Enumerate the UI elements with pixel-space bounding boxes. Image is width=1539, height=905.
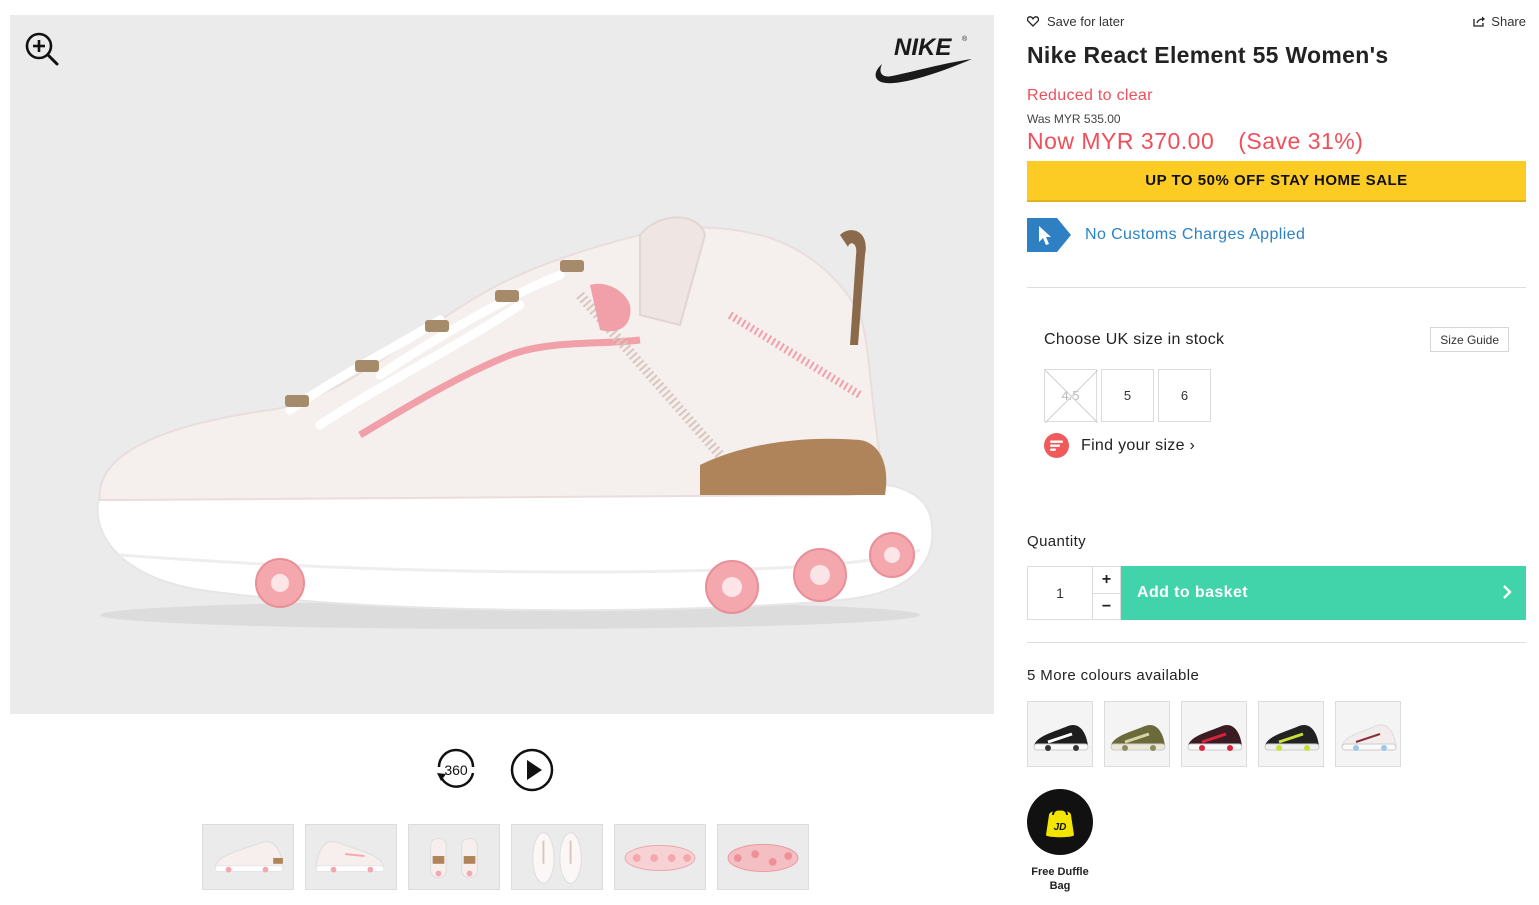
spin-360-label: 360 (444, 762, 468, 778)
divider (1027, 287, 1526, 288)
customs-arrow-icon (1027, 218, 1071, 252)
product-main-image[interactable]: NIKE ® (10, 15, 994, 714)
more-colours-title: 5 More colours available (1027, 667, 1200, 684)
add-to-basket-button[interactable]: Add to basket (1121, 566, 1526, 620)
play-video-icon[interactable] (509, 747, 555, 793)
jd-badge-text: JD (1054, 822, 1067, 833)
size-option-out-of-stock: 4.5 (1044, 369, 1098, 423)
thumbnail-side[interactable] (202, 824, 294, 890)
brand-name: NIKE (894, 34, 952, 61)
quantity-decrease-button[interactable]: − (1093, 593, 1120, 619)
zoom-in-icon[interactable] (24, 31, 60, 67)
free-duffle-bag-label: Free Duffle Bag (1031, 866, 1089, 892)
promo-banner[interactable]: UP TO 50% OFF STAY HOME SALE (1027, 161, 1526, 202)
customs-text: No Customs Charges Applied (1085, 226, 1306, 243)
thumbnail-sole[interactable] (614, 824, 706, 890)
size-label: 6 (1180, 388, 1189, 403)
size-option[interactable]: 6 (1158, 369, 1211, 422)
thumbnail-heels[interactable] (408, 824, 500, 890)
brand-trademark: ® (962, 35, 968, 43)
save-for-later-button[interactable]: Save for later (1027, 14, 1124, 29)
colour-swatches (1027, 701, 1401, 767)
product-title: Nike React Element 55 Women's (1027, 42, 1389, 68)
customs-info[interactable]: No Customs Charges Applied (1027, 218, 1305, 252)
nike-logo-icon: NIKE ® (875, 34, 972, 84)
rotate-360-icon[interactable]: 360 (433, 747, 479, 793)
divider (1027, 642, 1526, 643)
product-actions-bar: Save for later Share (1027, 14, 1526, 32)
thumbnail-side-alt[interactable] (305, 824, 397, 890)
add-to-basket-label: Add to basket (1137, 584, 1248, 601)
save-percentage: (Save 31%) (1238, 128, 1364, 154)
was-price: Was MYR 535.00 (1027, 112, 1121, 126)
quantity-input[interactable]: 1 (1027, 566, 1093, 620)
size-guide-button[interactable]: Size Guide (1430, 327, 1509, 352)
thumbnail-top[interactable] (511, 824, 603, 890)
reduced-to-clear-label: Reduced to clear (1027, 87, 1153, 104)
find-your-size-label: Find your size › (1081, 436, 1196, 454)
colour-swatch-black-white[interactable] (1027, 701, 1093, 767)
colour-swatch-black-red[interactable] (1181, 701, 1247, 767)
free-gift-badge[interactable]: JD Free Duffle Bag (1027, 789, 1093, 893)
quantity-increase-button[interactable]: + (1093, 567, 1120, 593)
quantity-stepper: + − (1092, 566, 1121, 620)
colour-swatch-white-pink[interactable] (1335, 701, 1401, 767)
share-label: Share (1491, 14, 1526, 29)
heart-icon (1027, 16, 1039, 27)
share-button[interactable]: Share (1473, 14, 1526, 29)
size-option[interactable]: 5 (1101, 369, 1154, 422)
chevron-right-icon (1503, 585, 1512, 599)
unavailable-cross-icon (1045, 370, 1098, 423)
now-price-row: Now MYR 370.00 (Save 31%) (1027, 128, 1363, 155)
product-details-panel: Save for later Share Nike React Element … (1027, 0, 1526, 905)
size-label: 5 (1123, 388, 1132, 403)
duffle-bag-icon: JD (1027, 789, 1093, 855)
quantity-label: Quantity (1027, 533, 1087, 550)
shoe-image (96, 216, 934, 629)
size-selector-title: Choose UK size in stock (1044, 331, 1225, 348)
fit-finder-icon (1044, 433, 1069, 458)
colour-swatch-olive-khaki[interactable] (1104, 701, 1170, 767)
colour-swatch-black-volt[interactable] (1258, 701, 1324, 767)
thumbnail-sole-alt[interactable] (717, 824, 809, 890)
media-controls: 360 (433, 747, 555, 793)
save-for-later-label: Save for later (1047, 14, 1125, 29)
size-options: 4.5 5 6 (1044, 369, 1211, 423)
find-your-size-link[interactable]: Find your size › (1044, 433, 1195, 458)
now-price: Now MYR 370.00 (1027, 128, 1215, 154)
thumbnail-strip (202, 824, 809, 890)
share-icon (1473, 16, 1486, 27)
